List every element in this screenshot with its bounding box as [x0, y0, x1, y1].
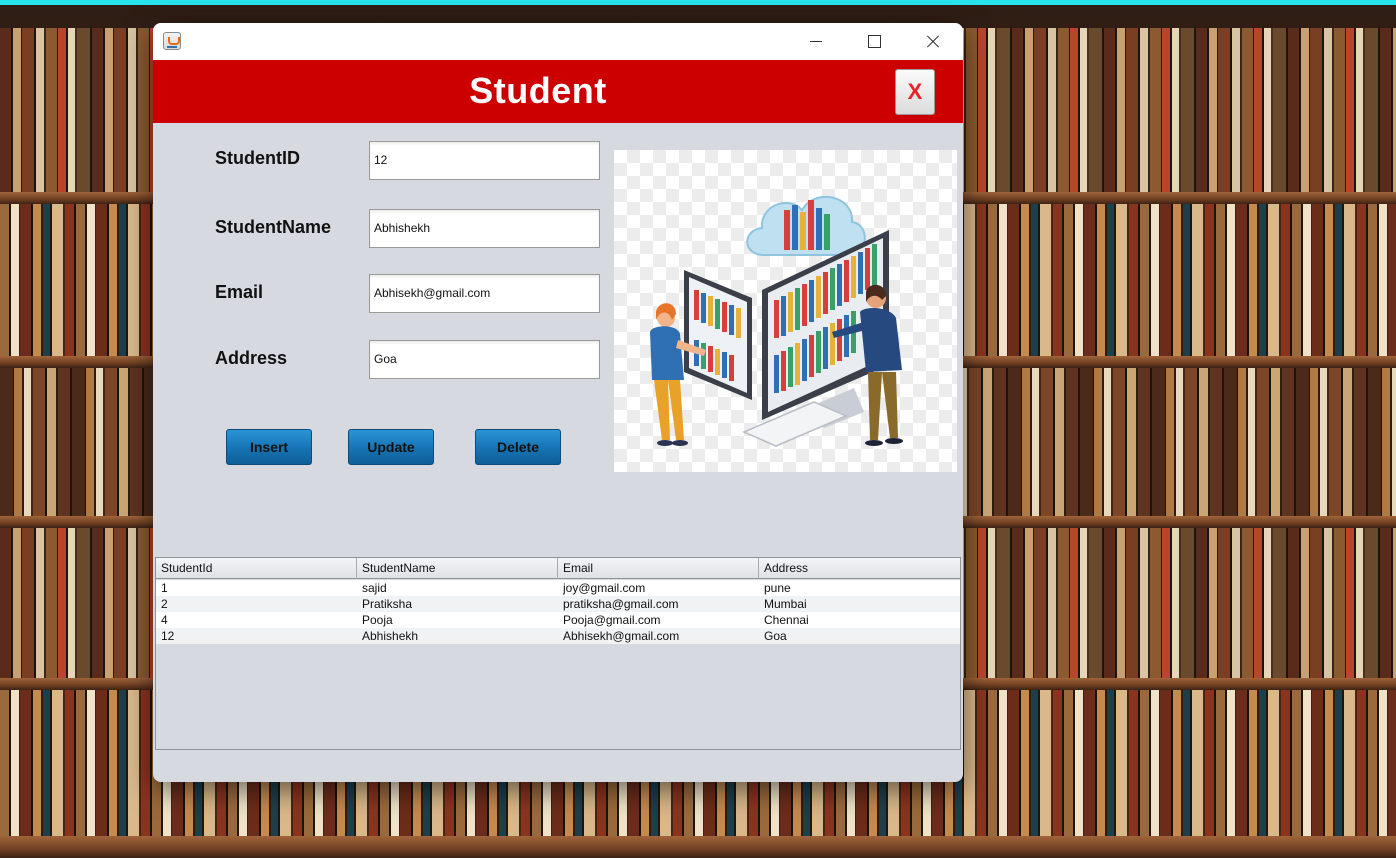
table-row[interactable]: 12 Abhishekh Abhisekh@gmail.com Goa — [156, 628, 960, 644]
java-cup-icon — [163, 32, 181, 50]
cell-studentname: Pooja — [362, 613, 393, 627]
table-row[interactable]: 2 Pratiksha pratiksha@gmail.com Mumbai — [156, 596, 960, 612]
title-bar[interactable] — [153, 23, 963, 60]
studentname-input[interactable]: Abhishekh — [369, 209, 600, 248]
column-header-address[interactable]: Address — [759, 558, 960, 579]
insert-button[interactable]: Insert — [226, 429, 312, 465]
library-illustration — [614, 150, 957, 472]
cell-email: joy@gmail.com — [563, 581, 646, 595]
close-x-button[interactable]: X — [895, 69, 935, 115]
student-window: Student X StudentID 12 StudentName Abhis… — [153, 23, 963, 782]
column-header-email[interactable]: Email — [558, 558, 759, 579]
table-body: 1 sajid joy@gmail.com pune 2 Pratiksha p… — [156, 580, 960, 644]
cell-studentname: Abhishekh — [362, 629, 419, 643]
cell-email: pratiksha@gmail.com — [563, 597, 679, 611]
cell-studentname: sajid — [362, 581, 387, 595]
maximize-button[interactable] — [845, 23, 903, 60]
cell-studentid: 4 — [161, 613, 168, 627]
cell-email: Abhisekh@gmail.com — [563, 629, 680, 643]
table-row[interactable]: 1 sajid joy@gmail.com pune — [156, 580, 960, 596]
cell-studentname: Pratiksha — [362, 597, 413, 611]
delete-button[interactable]: Delete — [475, 429, 561, 465]
address-label: Address — [215, 348, 288, 368]
cell-studentid: 2 — [161, 597, 168, 611]
page-title: Student — [469, 70, 607, 111]
cell-email: Pooja@gmail.com — [563, 613, 661, 627]
library-illustration-art — [650, 195, 903, 447]
studentid-input[interactable]: 12 — [369, 141, 600, 180]
taskbar-edge — [0, 0, 1396, 5]
minimize-button[interactable] — [787, 23, 845, 60]
studentid-label: StudentID — [215, 148, 300, 168]
update-button[interactable]: Update — [348, 429, 434, 465]
studentname-label: StudentName — [215, 217, 332, 237]
table-row[interactable]: 4 Pooja Pooja@gmail.com Chennai — [156, 612, 960, 628]
window-close-button[interactable] — [903, 23, 961, 60]
shelf-board — [0, 836, 1396, 858]
students-table[interactable]: StudentId StudentName Email Address 1 sa… — [155, 557, 961, 750]
cell-address: Chennai — [764, 613, 809, 627]
cell-address: Mumbai — [764, 597, 807, 611]
email-label: Email — [215, 282, 264, 302]
header-band: Student X — [153, 60, 963, 123]
table-header: StudentId StudentName Email Address — [156, 558, 960, 579]
cell-address: pune — [764, 581, 791, 595]
cell-studentid: 12 — [161, 629, 175, 643]
cell-studentid: 1 — [161, 581, 168, 595]
address-input[interactable]: Goa — [369, 340, 600, 379]
column-header-studentid[interactable]: StudentId — [156, 558, 357, 579]
column-header-studentname[interactable]: StudentName — [357, 558, 558, 579]
cell-address: Goa — [764, 629, 787, 643]
email-input[interactable]: Abhisekh@gmail.com — [369, 274, 600, 313]
